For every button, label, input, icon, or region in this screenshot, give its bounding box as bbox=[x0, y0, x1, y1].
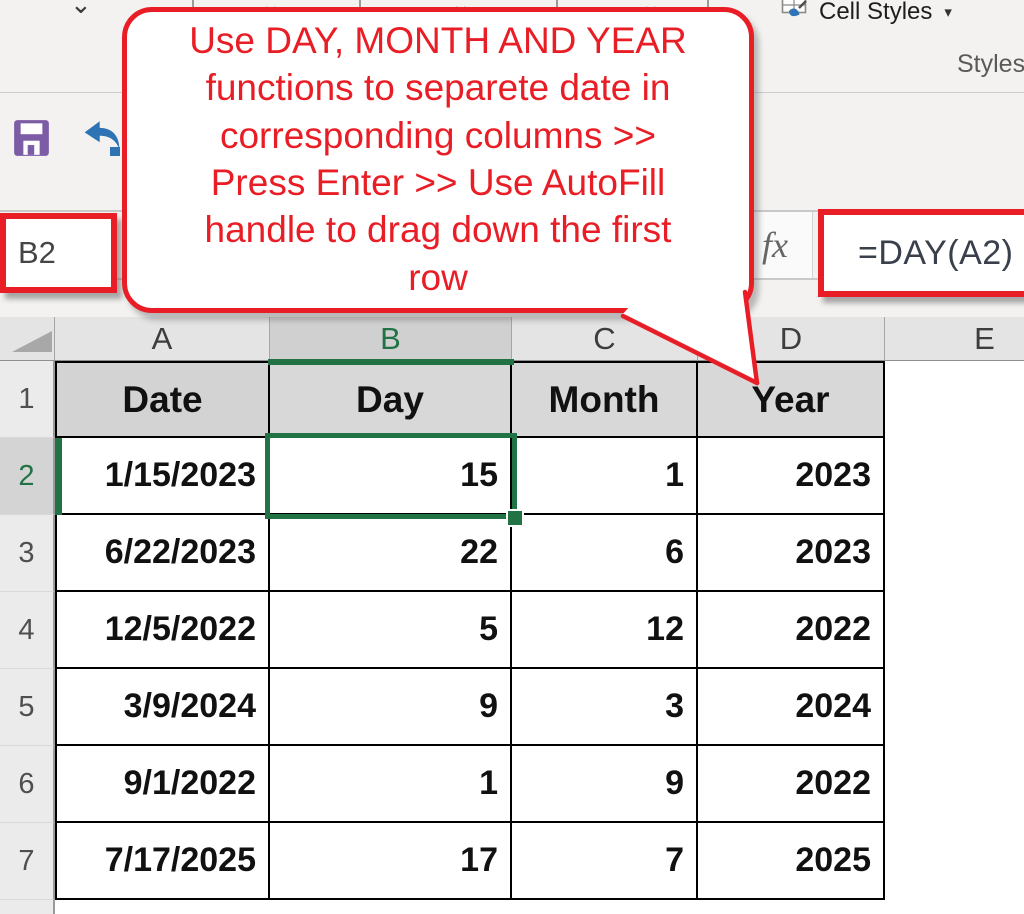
cell-C3[interactable]: 6 bbox=[512, 515, 698, 592]
cell-E4[interactable] bbox=[885, 592, 1024, 669]
cell-D7[interactable]: 2025 bbox=[698, 823, 885, 900]
styles-group-label: Styles bbox=[957, 50, 1024, 79]
cell-E1[interactable] bbox=[885, 361, 1024, 438]
cell-E2[interactable] bbox=[885, 438, 1024, 515]
cell-C2[interactable]: 1 bbox=[512, 438, 698, 515]
cell-B1[interactable]: Day bbox=[270, 361, 512, 438]
cell-E5[interactable] bbox=[885, 669, 1024, 746]
select-all-triangle-icon bbox=[12, 331, 52, 352]
cell-A2[interactable]: 1/15/2023 bbox=[55, 438, 270, 515]
name-box[interactable]: B2 bbox=[0, 213, 117, 293]
cell-E6[interactable] bbox=[885, 746, 1024, 823]
formula-value: =DAY(A2) bbox=[824, 234, 1013, 273]
cell-A5[interactable]: 3/9/2024 bbox=[55, 669, 270, 746]
spreadsheet-grid: ABCDE1DateDayMonthYear21/15/202315120233… bbox=[0, 317, 1024, 914]
cell-A3[interactable]: 6/22/2023 bbox=[55, 515, 270, 592]
row-header-2[interactable]: 2 bbox=[0, 438, 55, 515]
cell-styles-icon bbox=[781, 0, 811, 27]
cell-D2[interactable]: 2023 bbox=[698, 438, 885, 515]
chevron-down-icon[interactable]: ⌄ bbox=[70, 0, 92, 20]
dropdown-arrow-icon: ▾ bbox=[944, 3, 952, 21]
cell-A4[interactable]: 12/5/2022 bbox=[55, 592, 270, 669]
cell-E7[interactable] bbox=[885, 823, 1024, 900]
cell-C5[interactable]: 3 bbox=[512, 669, 698, 746]
cell-styles-button[interactable]: Cell Styles ▾ bbox=[781, 0, 952, 27]
cell-A1[interactable]: Date bbox=[55, 361, 270, 438]
cell-C7[interactable]: 7 bbox=[512, 823, 698, 900]
formula-input[interactable]: =DAY(A2) bbox=[818, 209, 1024, 297]
cell-styles-label: Cell Styles bbox=[819, 0, 932, 26]
column-header-e[interactable]: E bbox=[885, 317, 1024, 361]
cell-B6[interactable]: 1 bbox=[270, 746, 512, 823]
column-header-a[interactable]: A bbox=[55, 317, 270, 361]
cell-D4[interactable]: 2022 bbox=[698, 592, 885, 669]
selected-row-indicator bbox=[55, 438, 62, 515]
name-box-value: B2 bbox=[6, 235, 56, 271]
autofill-handle[interactable] bbox=[506, 509, 524, 527]
cell-D3[interactable]: 2023 bbox=[698, 515, 885, 592]
select-all-corner[interactable] bbox=[0, 317, 55, 361]
cell-C4[interactable]: 12 bbox=[512, 592, 698, 669]
row-header-8-partial[interactable] bbox=[0, 900, 55, 914]
cell-D6[interactable]: 2022 bbox=[698, 746, 885, 823]
cell-A6[interactable]: 9/1/2022 bbox=[55, 746, 270, 823]
selected-column-indicator bbox=[268, 359, 514, 365]
save-icon[interactable] bbox=[13, 119, 50, 162]
excel-window: ⌄ ⌄ ⌄ ⌄ Cell Styles ▾ Styles bbox=[0, 0, 1024, 914]
row-header-3[interactable]: 3 bbox=[0, 515, 55, 592]
active-cell-selection-border bbox=[265, 433, 517, 519]
row-header-4[interactable]: 4 bbox=[0, 592, 55, 669]
cell-B5[interactable]: 9 bbox=[270, 669, 512, 746]
cell-A7[interactable]: 7/17/2025 bbox=[55, 823, 270, 900]
cell-B7[interactable]: 17 bbox=[270, 823, 512, 900]
cell-B4[interactable]: 5 bbox=[270, 592, 512, 669]
cell-B3[interactable]: 22 bbox=[270, 515, 512, 592]
redo-icon-fragment bbox=[110, 147, 120, 156]
column-header-b[interactable]: B bbox=[270, 317, 512, 361]
row-header-5[interactable]: 5 bbox=[0, 669, 55, 746]
cell-C6[interactable]: 9 bbox=[512, 746, 698, 823]
row-header-6[interactable]: 6 bbox=[0, 746, 55, 823]
cell-E3[interactable] bbox=[885, 515, 1024, 592]
cell-D5[interactable]: 2024 bbox=[698, 669, 885, 746]
callout-tail bbox=[600, 280, 770, 392]
annotation-text: Use DAY, MONTH AND YEAR functions to sep… bbox=[128, 12, 748, 301]
fx-icon: fx bbox=[762, 224, 788, 266]
row-header-7[interactable]: 7 bbox=[0, 823, 55, 900]
row-header-1[interactable]: 1 bbox=[0, 361, 55, 438]
annotation-callout: Use DAY, MONTH AND YEAR functions to sep… bbox=[122, 7, 754, 313]
